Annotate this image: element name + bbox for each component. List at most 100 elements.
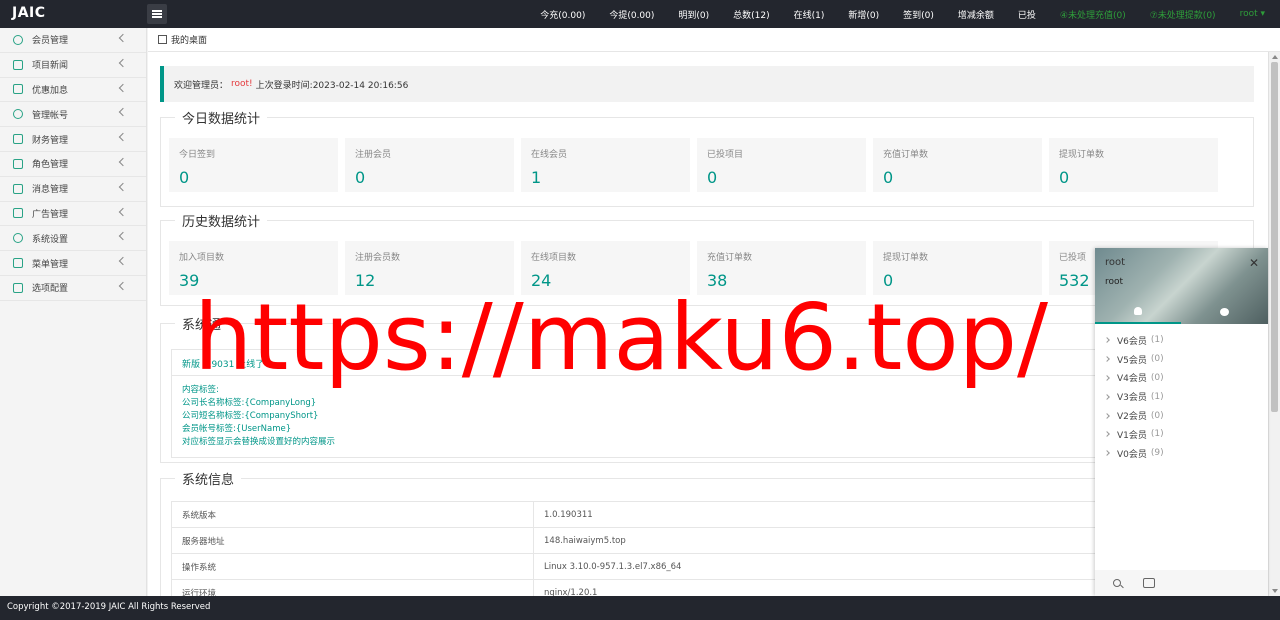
stat-value: 0 — [1059, 168, 1070, 187]
chat-group-item[interactable]: V5会员 (0) — [1095, 350, 1268, 369]
stat-label: 加入项目数 — [179, 253, 225, 263]
stat-label: 今日签到 — [179, 150, 216, 160]
chat-group-item[interactable]: V0会员 (9) — [1095, 444, 1268, 463]
sidebar-item[interactable]: 系统设置 — [0, 226, 146, 252]
today-stats-grid: 今日签到 0 注册会员 0 在线会员 1 已投项目 0 充值订单数 0 提现订单数 0 — [169, 138, 1225, 192]
chat-group-item[interactable]: V4会员 (0) — [1095, 369, 1268, 388]
topnav-item[interactable]: 新增(0) — [848, 8, 879, 21]
welcome-last-login: 上次登录时间:2023-02-14 20:16:56 — [255, 80, 409, 91]
close-icon[interactable]: ✕ — [1249, 256, 1259, 270]
sidebar-item[interactable]: 选项配置 — [0, 276, 146, 301]
topnav-item[interactable]: 明到(0) — [678, 8, 709, 21]
table-row: 系统版本 1.0.190311 — [171, 501, 1245, 528]
sidebar-item-label: 系统设置 — [32, 234, 69, 245]
sidebar: 会员管理 项目新闻优惠加息管理帐号财务管理 角色管理 消息管理广告管理系统设置菜单管理… — [0, 28, 147, 596]
scroll-down-icon[interactable] — [1272, 589, 1278, 593]
chevron-left-icon — [118, 33, 128, 43]
chat-group-count: (0) — [1150, 410, 1164, 421]
welcome-user: root! — [231, 79, 253, 89]
chat-group-count: (1) — [1150, 391, 1164, 402]
watermark-text: https://maku6.top/ — [194, 284, 1049, 391]
chat-group-name: V2会员 — [1117, 412, 1147, 423]
stat-label: 已投项目 — [707, 150, 744, 160]
chat-group-item[interactable]: V2会员 (0) — [1095, 406, 1268, 425]
tab-home[interactable]: 我的桌面 — [158, 33, 207, 46]
topnav-item[interactable]: 在线(1) — [794, 8, 825, 21]
sidebar-item[interactable]: 财务管理 — [0, 127, 146, 152]
stat-card: 今日签到 0 — [169, 138, 338, 192]
notice-line: 对应标签显示会替换成设置好的内容展示 — [182, 437, 336, 447]
chat-group-item[interactable]: V1会员 (1) — [1095, 425, 1268, 444]
chat-panel: root root ✕ V6会员 (1) V5会员 (0) V4会员 (0) V3会员 (1)… — [1095, 248, 1268, 596]
scroll-thumb[interactable] — [1271, 62, 1278, 412]
money-icon — [13, 134, 23, 145]
history-stats-title: 历史数据统计 — [175, 211, 268, 230]
chevron-left-icon — [118, 108, 128, 117]
topnav-item[interactable]: 今充(0.00) — [540, 8, 585, 21]
topnav-item[interactable]: 签到(0) — [903, 8, 934, 21]
topnav-item[interactable]: root ▾ — [1240, 9, 1265, 19]
copyright-text: Copyright ©2017-2019 JAIC All Rights Res… — [7, 602, 211, 612]
chat-group-count: (1) — [1150, 335, 1164, 346]
message-icon — [13, 183, 23, 194]
stat-label: 在线项目数 — [531, 253, 577, 263]
topnav-item[interactable]: ④未处理充值(0) — [1060, 8, 1126, 21]
app-logo[interactable]: JAIC — [12, 5, 46, 21]
menu-toggle-button[interactable] — [147, 4, 167, 24]
chat-group-name: V1会员 — [1117, 430, 1147, 441]
sidebar-item[interactable]: 菜单管理 — [0, 251, 146, 276]
stat-card: 注册会员 0 — [345, 138, 514, 192]
sidebar-item[interactable]: 广告管理 — [0, 202, 146, 227]
chevron-right-icon — [1104, 375, 1110, 381]
welcome-banner: 欢迎管理员： root! 上次登录时间:2023-02-14 20:16:56 — [160, 66, 1254, 102]
chat-group-item[interactable]: V3会员 (1) — [1095, 387, 1268, 406]
chat-signature[interactable]: root — [1105, 277, 1123, 287]
table-row: 操作系统 Linux 3.10.0-957.1.3.el7.x86_64 — [171, 553, 1245, 580]
chat-header: root root ✕ — [1095, 248, 1268, 324]
chevron-left-icon — [118, 58, 128, 68]
sidebar-item[interactable]: 会员管理 — [0, 28, 146, 53]
topnav-item[interactable]: 今提(0.00) — [609, 8, 654, 21]
chat-group-name: V3会员 — [1117, 393, 1147, 404]
skin-icon[interactable] — [1143, 578, 1155, 588]
sidebar-item-label: 广告管理 — [32, 209, 69, 220]
stat-label: 注册会员数 — [355, 253, 401, 263]
sidebar-item-label: 管理帐号 — [32, 110, 69, 121]
chevron-right-icon — [1104, 393, 1110, 400]
chevron-left-icon — [118, 256, 128, 266]
today-stats-title: 今日数据统计 — [175, 108, 268, 127]
chat-group-count: (1) — [1150, 429, 1164, 440]
sidebar-item[interactable]: 消息管理 — [0, 177, 146, 202]
sysinfo-key: 系统版本 — [171, 501, 534, 528]
chevron-left-icon — [118, 281, 128, 291]
tab-friends[interactable] — [1095, 300, 1181, 324]
sysinfo-table: 系统版本 1.0.190311 服务器地址 148.haiwaiym5.top 操作系统… — [171, 501, 1245, 596]
topnav-item[interactable]: 已投 — [1018, 8, 1036, 21]
chevron-left-icon — [118, 182, 128, 192]
chevron-left-icon — [118, 83, 128, 92]
sidebar-item[interactable]: 角色管理 — [0, 152, 146, 177]
notice-line: 公司长名称标签:{CompanyLong} — [182, 398, 317, 408]
topnav-item[interactable]: 总数(12) — [733, 8, 769, 21]
home-icon — [158, 35, 167, 44]
search-icon[interactable] — [1113, 579, 1121, 587]
scroll-up-icon[interactable] — [1272, 55, 1278, 59]
page-scrollbar[interactable] — [1268, 52, 1280, 596]
sidebar-item[interactable]: 管理帐号 — [0, 102, 146, 128]
chat-username: root — [1105, 257, 1126, 268]
tab-groups[interactable] — [1181, 300, 1267, 324]
topnav-item[interactable]: 增减余额 — [958, 8, 994, 21]
stat-value: 0 — [707, 168, 718, 187]
chevron-right-icon — [1104, 431, 1110, 438]
book-icon — [13, 59, 23, 70]
sidebar-item[interactable]: 项目新闻 — [0, 53, 146, 78]
sidebar-item-label: 优惠加息 — [32, 85, 69, 96]
sidebar-item[interactable]: 优惠加息 — [0, 78, 146, 103]
topnav-item[interactable]: ⑦未处理提款(0) — [1150, 8, 1216, 21]
stat-label: 提现订单数 — [1059, 150, 1105, 160]
stat-card: 在线会员 1 — [521, 138, 690, 192]
stat-card: 已投项目 0 — [697, 138, 866, 192]
chat-group-name: V4会员 — [1117, 374, 1147, 385]
user-icon — [13, 34, 23, 45]
chat-group-item[interactable]: V6会员 (1) — [1095, 331, 1268, 350]
